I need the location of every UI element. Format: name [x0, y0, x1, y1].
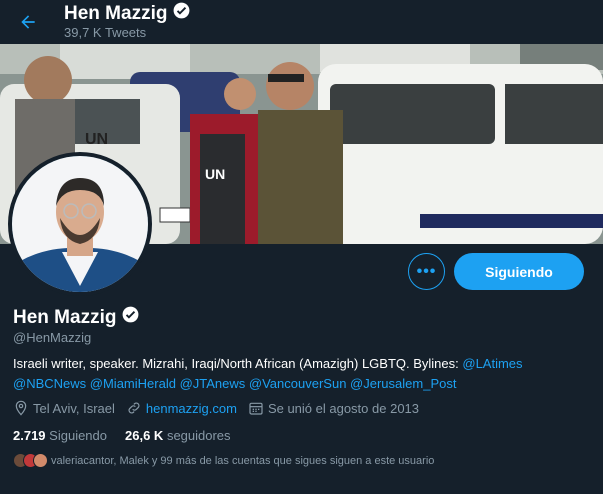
- followed-by-row[interactable]: valeriacantor, Malek y 99 más de las cue…: [13, 453, 434, 468]
- following-button[interactable]: Siguiendo: [454, 253, 584, 290]
- header-name-text: Hen Mazzig: [64, 2, 168, 24]
- followers-label: seguidores: [166, 428, 231, 443]
- followers-count: 26,6 K: [125, 428, 164, 443]
- joined-text: Se unió el agosto de 2013: [267, 400, 420, 416]
- svg-text:UN: UN: [205, 166, 225, 182]
- mention-link[interactable]: @NBCNews: [13, 376, 86, 391]
- arrow-left-icon: [21, 15, 35, 29]
- avatar: [33, 453, 48, 468]
- website-link[interactable]: henmazzig.com: [146, 401, 237, 416]
- more-options-button[interactable]: •••: [408, 253, 445, 290]
- verified-badge-icon: [172, 1, 191, 26]
- location-pin-icon: [15, 400, 27, 416]
- following-count: 2.719: [13, 428, 46, 443]
- joined-item: Se unió el agosto de 2013: [248, 400, 419, 416]
- link-icon: [128, 402, 140, 414]
- header-title: Hen Mazzig: [64, 1, 191, 26]
- profile-meta: Tel Aviv, Israel henmazzig.com Se unió e…: [13, 400, 430, 416]
- verified-badge-icon: [121, 305, 140, 330]
- mention-link[interactable]: @Jerusalem_Post: [350, 376, 456, 391]
- mention-link[interactable]: @MiamiHerald: [90, 376, 176, 391]
- display-name-text: Hen Mazzig: [13, 306, 117, 328]
- back-button[interactable]: [12, 6, 44, 38]
- follower-facepile: [13, 453, 48, 468]
- profile-bio: Israeli writer, speaker. Mizrahi, Iraqi/…: [13, 354, 593, 394]
- mention-link[interactable]: @VancouverSun: [249, 376, 347, 391]
- svg-text:UN: UN: [85, 131, 108, 148]
- location-text: Tel Aviv, Israel: [33, 400, 115, 416]
- mention-link[interactable]: @JTAnews: [180, 376, 246, 391]
- following-stat[interactable]: 2.719 Siguiendo: [13, 428, 107, 443]
- tweet-count: 39,7 K Tweets: [64, 25, 147, 40]
- profile-stats: 2.719 Siguiendo 26,6 K seguidores: [13, 428, 249, 443]
- calendar-icon: [249, 402, 263, 415]
- profile-avatar[interactable]: [8, 152, 152, 296]
- profile-header: Hen Mazzig 39,7 K Tweets: [0, 0, 603, 44]
- followed-by-text: valeriacantor, Malek y 99 más de las cue…: [51, 454, 435, 467]
- followers-stat[interactable]: 26,6 K seguidores: [125, 428, 231, 443]
- profile-handle: @HenMazzig: [13, 330, 92, 345]
- following-label: Siguiendo: [49, 428, 107, 443]
- profile-display-name: Hen Mazzig: [13, 305, 140, 330]
- website-item[interactable]: henmazzig.com: [126, 400, 237, 416]
- mention-link[interactable]: @LAtimes: [462, 356, 522, 371]
- bio-text: Israeli writer, speaker. Mizrahi, Iraqi/…: [13, 356, 463, 371]
- location-item: Tel Aviv, Israel: [13, 400, 115, 416]
